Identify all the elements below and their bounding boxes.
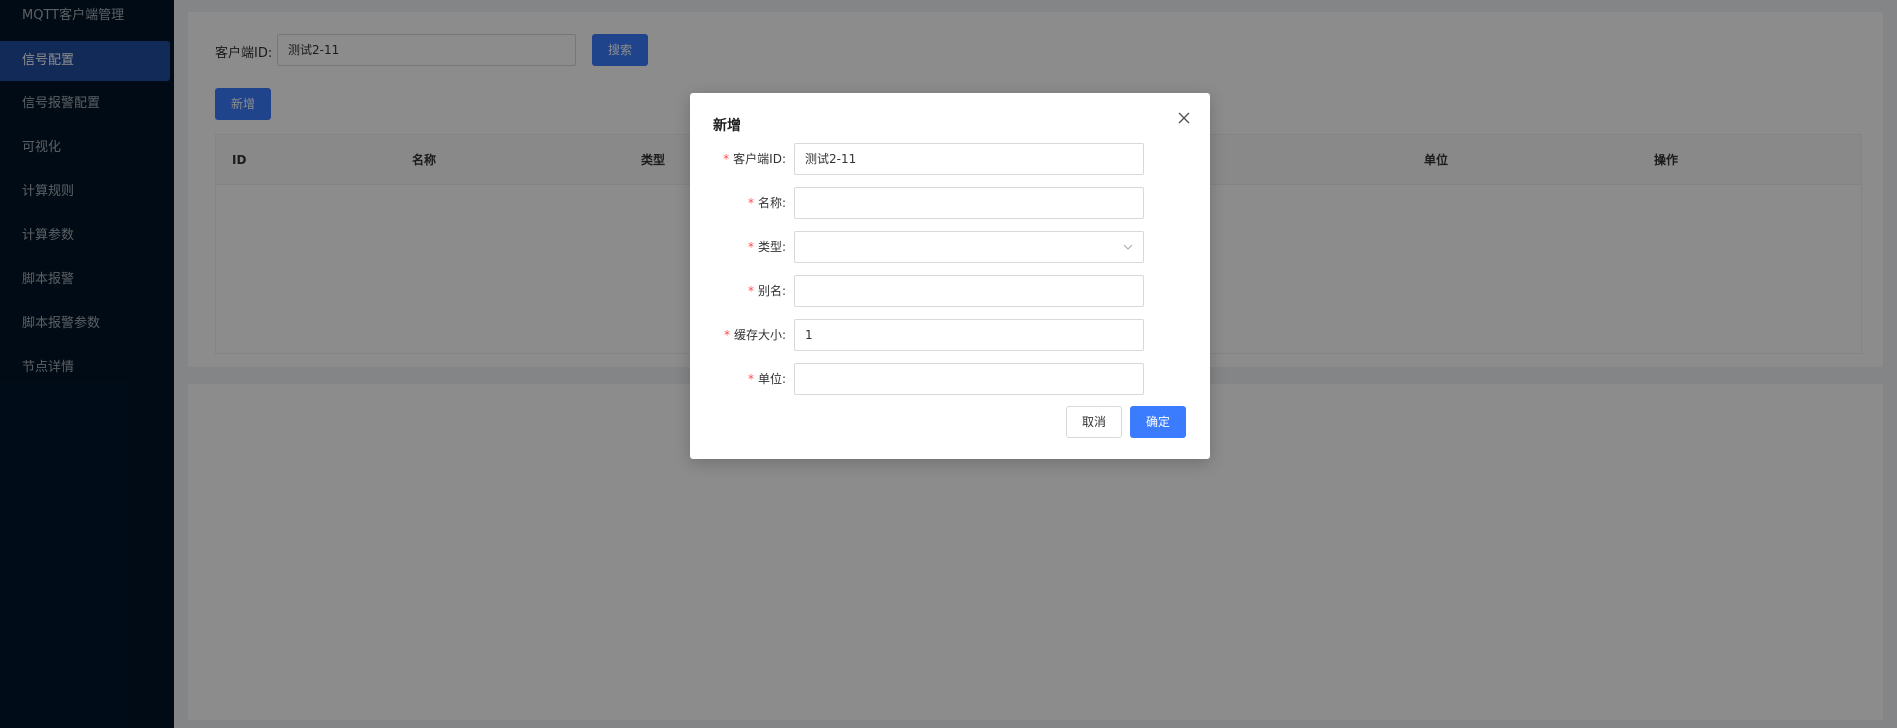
form-row-name: * 名称: — [690, 187, 1210, 219]
type-select[interactable] — [794, 231, 1144, 263]
cancel-button[interactable]: 取消 — [1066, 406, 1122, 438]
name-label: * 名称: — [747, 196, 786, 210]
alias-field[interactable] — [794, 275, 1144, 307]
dialog-title: 新增 — [713, 118, 741, 134]
unit-field[interactable] — [794, 363, 1144, 395]
confirm-button[interactable]: 确定 — [1130, 406, 1186, 438]
name-field[interactable] — [794, 187, 1144, 219]
form-row-client-id: * 客户端ID: 测试2-11 — [690, 143, 1210, 175]
form-row-type: * 类型: — [690, 231, 1210, 263]
client-id-label: * 客户端ID: — [723, 152, 786, 166]
close-icon[interactable] — [1176, 110, 1192, 126]
chevron-down-icon — [1123, 244, 1133, 250]
form-row-cache-size: * 缓存大小: 1 — [690, 319, 1210, 351]
client-id-field[interactable]: 测试2-11 — [794, 143, 1144, 175]
unit-label: * 单位: — [747, 372, 786, 386]
form-row-alias: * 别名: — [690, 275, 1210, 307]
type-label: * 类型: — [747, 240, 786, 254]
add-dialog: 新增 * 客户端ID: 测试2-11 * 名称: * 类型: * 别名: * 缓存大小: … — [690, 93, 1210, 459]
alias-label: * 别名: — [747, 284, 786, 298]
form-row-unit: * 单位: — [690, 363, 1210, 395]
cache-size-field[interactable]: 1 — [794, 319, 1144, 351]
cache-size-label: * 缓存大小: — [723, 328, 786, 342]
